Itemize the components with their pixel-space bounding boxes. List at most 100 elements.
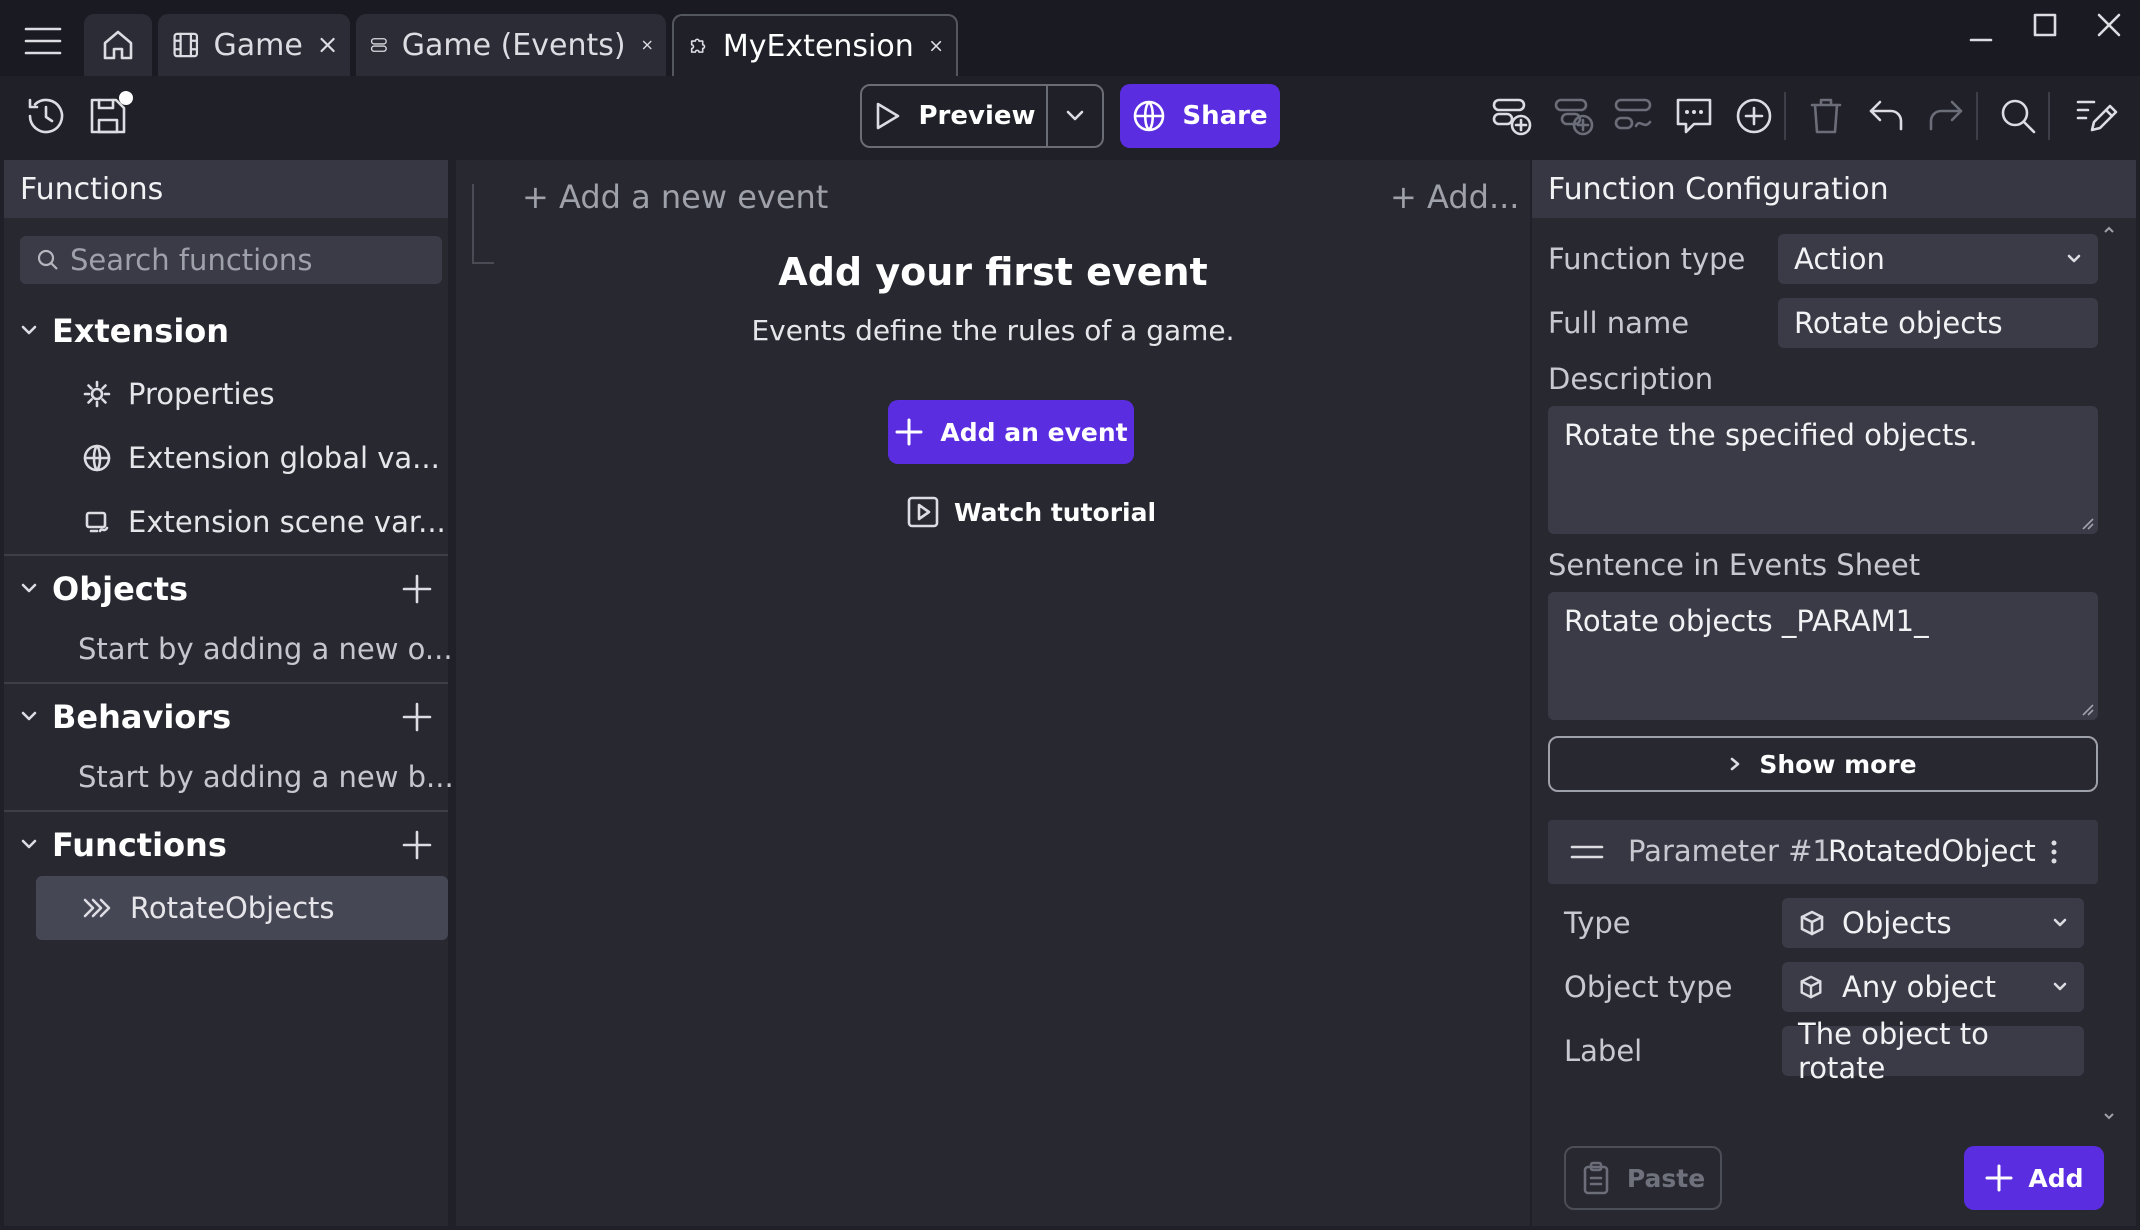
preview-button[interactable]: Preview [862, 86, 1046, 146]
section-functions[interactable]: Functions [4, 812, 448, 878]
close-icon[interactable] [319, 35, 336, 55]
chevron-right-icon [1731, 757, 1740, 771]
globe-icon [1134, 100, 1165, 132]
undo-icon[interactable] [1864, 94, 1908, 138]
toolbar-divider [2048, 92, 2050, 140]
close-icon[interactable] [930, 36, 942, 56]
toolbar-divider [1976, 92, 1978, 140]
sentence-label: Sentence in Events Sheet [1548, 548, 1921, 582]
history-icon[interactable] [24, 94, 68, 138]
tab-label: Game (Events) [401, 27, 626, 63]
search-input[interactable]: Search functions [20, 236, 442, 284]
section-objects[interactable]: Objects [4, 556, 448, 622]
hamburger-menu-icon[interactable] [24, 26, 62, 56]
add-comment-icon[interactable] [1672, 94, 1716, 138]
resize-handle-icon[interactable] [2080, 702, 2094, 716]
share-label: Share [1182, 101, 1268, 131]
parameter-type-select[interactable]: Objects [1782, 898, 2084, 948]
show-more-button[interactable]: Show more [1548, 736, 2098, 792]
full-name-input[interactable]: Rotate objects [1778, 298, 2098, 348]
resize-handle-icon[interactable] [2080, 516, 2094, 530]
description-value: Rotate the specified objects. [1564, 418, 1978, 452]
object-type-label: Object type [1564, 970, 1733, 1004]
tree-item-label: Extension global va... [128, 441, 440, 475]
behaviors-empty-hint: Start by adding a new b... [78, 760, 454, 794]
scene-variable-icon [85, 511, 109, 533]
redo-icon[interactable] [1924, 94, 1968, 138]
section-title: Objects [52, 570, 189, 608]
full-name-value: Rotate objects [1794, 306, 2003, 340]
search-icon[interactable] [1996, 94, 2040, 138]
scroll-up-icon[interactable] [2102, 224, 2116, 234]
section-behaviors[interactable]: Behaviors [4, 684, 448, 750]
minimize-window-icon[interactable] [1968, 20, 1994, 46]
toolbar-divider [1784, 92, 1786, 140]
add-function-icon[interactable] [402, 830, 432, 860]
show-more-label: Show more [1759, 749, 1917, 779]
panel-title: Function Configuration [1532, 160, 2136, 218]
parameter-title: Parameter #1 [1628, 834, 1831, 868]
add-sub-event-icon[interactable] [1552, 94, 1596, 138]
add-more-link[interactable]: + Add... [1390, 178, 1519, 216]
object-type-select[interactable]: Any object [1782, 962, 2084, 1012]
objects-empty-hint: Start by adding a new o... [78, 632, 453, 666]
function-type-label: Function type [1548, 242, 1746, 276]
parameter-label-input[interactable]: The object to rotate [1782, 1017, 2084, 1085]
preview-label: Preview [918, 101, 1036, 131]
tree-item-rotateobjects[interactable]: RotateObjects [82, 878, 335, 938]
chevron-down-icon [2053, 982, 2067, 991]
tree-item-extension-global-variables[interactable]: Extension global va... [82, 428, 440, 488]
add-event-icon[interactable] [1490, 94, 1534, 138]
chevron-down-icon [21, 583, 37, 593]
tree-item-label: Extension scene var... [128, 505, 446, 539]
sentence-textarea[interactable]: Rotate objects _PARAM1_ [1548, 592, 2098, 720]
add-parameter-button[interactable]: Add [1964, 1146, 2104, 1210]
sentence-value: Rotate objects _PARAM1_ [1564, 604, 1929, 638]
tab-label: MyExtension [722, 28, 914, 64]
puzzle-icon [690, 38, 706, 53]
section-title: Functions [52, 826, 227, 864]
section-extension[interactable]: Extension [4, 298, 448, 364]
add-other-icon[interactable] [1612, 94, 1656, 138]
search-placeholder: Search functions [70, 243, 313, 277]
tree-item-label: RotateObjects [130, 891, 335, 925]
preview-options-dropdown[interactable] [1048, 86, 1102, 146]
panel-title: Functions [4, 160, 448, 218]
tab-game[interactable]: Game [158, 14, 350, 76]
delete-icon[interactable] [1804, 94, 1848, 138]
tab-label: Game [213, 27, 303, 63]
video-tutorial-icon [907, 496, 939, 528]
tab-game-events[interactable]: Game (Events) [356, 14, 666, 76]
list-icon [370, 38, 387, 52]
close-window-icon[interactable] [2096, 12, 2122, 38]
tree-item-extension-scene-variables[interactable]: Extension scene var... [82, 492, 446, 552]
function-type-select[interactable]: Action [1778, 234, 2098, 284]
share-button[interactable]: Share [1120, 84, 1280, 148]
parameter-name[interactable]: RotatedObject [1828, 834, 2036, 868]
search-icon [37, 249, 58, 270]
more-options-icon[interactable] [2048, 838, 2060, 866]
close-icon[interactable] [642, 35, 652, 55]
add-new-event-link[interactable]: + Add a new event [522, 178, 828, 216]
watch-tutorial-link[interactable]: Watch tutorial [906, 492, 1156, 532]
gear-icon [83, 380, 111, 408]
add-object-icon[interactable] [402, 574, 432, 604]
chevron-down-icon [21, 839, 37, 849]
maximize-window-icon[interactable] [2032, 12, 2058, 38]
tree-item-properties[interactable]: Properties [82, 364, 275, 424]
tab-home[interactable] [84, 14, 152, 76]
tab-myextension[interactable]: MyExtension [672, 14, 958, 76]
edit-settings-icon[interactable] [2072, 92, 2118, 138]
save-icon[interactable] [86, 90, 136, 140]
home-icon [103, 30, 133, 60]
drag-handle-icon[interactable] [1570, 842, 1604, 862]
add-behavior-icon[interactable] [402, 702, 432, 732]
empty-state-title: Add your first event [778, 250, 1208, 294]
toolbar: Preview Share [0, 76, 2140, 160]
scroll-down-icon[interactable] [2102, 1112, 2116, 1122]
paste-button[interactable]: Paste [1564, 1146, 1722, 1210]
add-circle-icon[interactable] [1732, 94, 1776, 138]
description-textarea[interactable]: Rotate the specified objects. [1548, 406, 2098, 534]
watch-tutorial-label: Watch tutorial [954, 497, 1157, 527]
add-event-button[interactable]: Add an event [888, 400, 1134, 464]
